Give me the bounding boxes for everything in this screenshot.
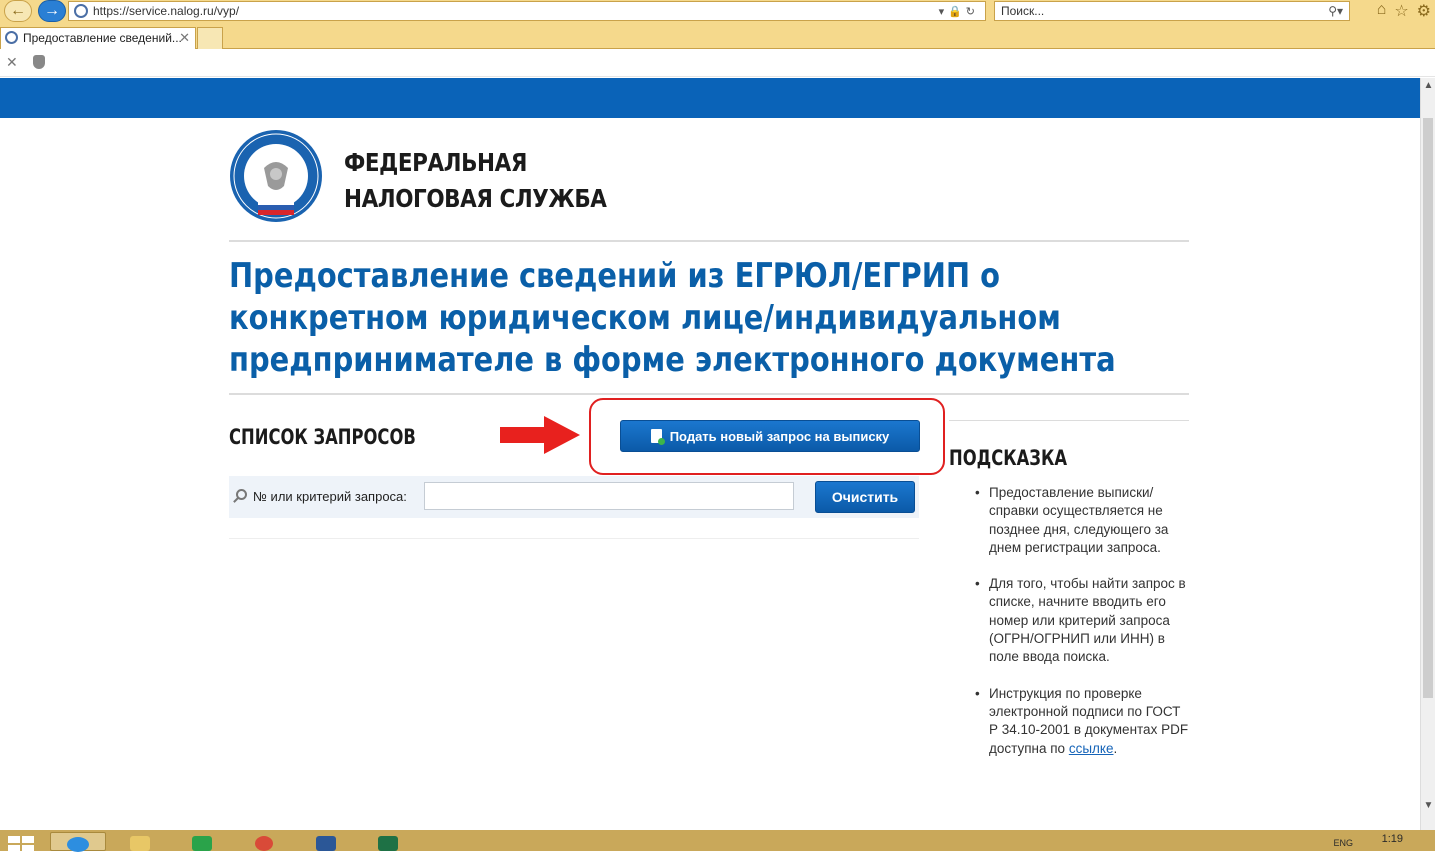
new-tab-button[interactable] [197, 27, 223, 49]
browser-search-placeholder: Поиск... [1001, 4, 1045, 18]
shield-icon[interactable] [33, 55, 45, 69]
command-bar: ✕ [0, 49, 1435, 77]
new-request-button-label: Подать новый запрос на выписку [669, 428, 890, 444]
scroll-up-icon[interactable]: ▲ [1421, 80, 1435, 91]
new-document-icon [650, 429, 665, 445]
url-field[interactable]: https://service.nalog.ru/vyp/ ▾🔒↻ [68, 1, 986, 21]
requests-list [229, 538, 919, 539]
org-name: Федеральная налоговая служба [344, 145, 607, 217]
close-icon[interactable]: ✕ [179, 28, 190, 48]
request-search-panel: № или критерий запроса: Очистить [229, 476, 919, 518]
hints-heading: Подсказка [949, 446, 1068, 470]
url-tools-icons[interactable]: ▾🔒↻ [939, 3, 979, 21]
taskbar-ie[interactable] [50, 832, 106, 852]
hint-item: Инструкция по проверке электронной подпи… [975, 685, 1190, 758]
new-request-button[interactable]: Подать новый запрос на выписку [620, 420, 920, 452]
hints-list: Предоставление выписки/справки осуществл… [975, 484, 1190, 776]
star-icon[interactable]: ☆ [1394, 1, 1408, 21]
back-button[interactable]: ← [4, 0, 32, 22]
divider [229, 240, 1189, 242]
search-icon [236, 489, 247, 500]
scroll-thumb[interactable] [1423, 118, 1433, 698]
taskbar: ENG 1:19 [0, 830, 1435, 852]
scroll-down-icon[interactable]: ▼ [1421, 800, 1435, 811]
browser-search-field[interactable]: Поиск... ⚲▾ [994, 1, 1350, 21]
internet-explorer-icon [67, 837, 89, 852]
clock[interactable]: 1:19 [1382, 833, 1403, 845]
instruction-link[interactable]: ссылке [1069, 741, 1114, 756]
browser-address-bar: ← → https://service.nalog.ru/vyp/ ▾🔒↻ По… [0, 0, 1435, 25]
org-name-line-2: налоговая служба [344, 184, 607, 213]
excel-icon [378, 836, 398, 851]
divider [949, 420, 1189, 421]
gear-icon[interactable]: ⚙ [1417, 1, 1431, 21]
file-explorer-icon [130, 836, 150, 851]
request-search-input[interactable] [424, 482, 794, 510]
header-band [0, 78, 1420, 118]
chrome-icon [255, 836, 273, 851]
clear-button[interactable]: Очистить [815, 481, 915, 513]
home-icon[interactable]: ⌂ [1377, 1, 1387, 21]
search-icon[interactable]: ⚲▾ [1328, 2, 1343, 20]
requests-heading: Список запросов [229, 425, 416, 449]
hint-item: Для того, чтобы найти запрос в списке, н… [975, 575, 1190, 666]
request-search-label: № или критерий запроса: [253, 489, 407, 504]
taskbar-explorer[interactable] [112, 832, 168, 851]
url-text: https://service.nalog.ru/vyp/ [93, 4, 240, 18]
language-indicator[interactable]: ENG [1333, 838, 1353, 848]
red-arrow-icon [500, 416, 580, 454]
taskbar-store[interactable] [174, 832, 230, 851]
forward-button[interactable]: → [38, 0, 66, 22]
close-icon[interactable]: ✕ [6, 54, 18, 71]
word-icon [316, 836, 336, 851]
taskbar-word[interactable] [298, 832, 354, 851]
org-name-line-1: Федеральная [344, 148, 527, 177]
tab-active[interactable]: Предоставление сведений... ✕ [0, 27, 196, 49]
hint-item: Предоставление выписки/справки осуществл… [975, 484, 1190, 557]
page-title: Предоставление сведений из ЕГРЮЛ/ЕГРИП о… [229, 256, 1116, 380]
tab-bar: Предоставление сведений... ✕ [0, 25, 1435, 49]
store-icon [192, 836, 212, 851]
system-tray: ENG 1:19 [1185, 830, 1435, 851]
site-icon [74, 4, 88, 18]
tab-title: Предоставление сведений... [23, 31, 182, 45]
taskbar-chrome[interactable] [236, 832, 292, 851]
fns-logo [230, 130, 322, 222]
vertical-scrollbar[interactable]: ▲ ▼ [1420, 78, 1435, 830]
taskbar-excel[interactable] [360, 832, 416, 851]
windows-start-icon[interactable] [8, 836, 34, 851]
tab-site-icon [5, 31, 18, 44]
divider [229, 393, 1189, 395]
